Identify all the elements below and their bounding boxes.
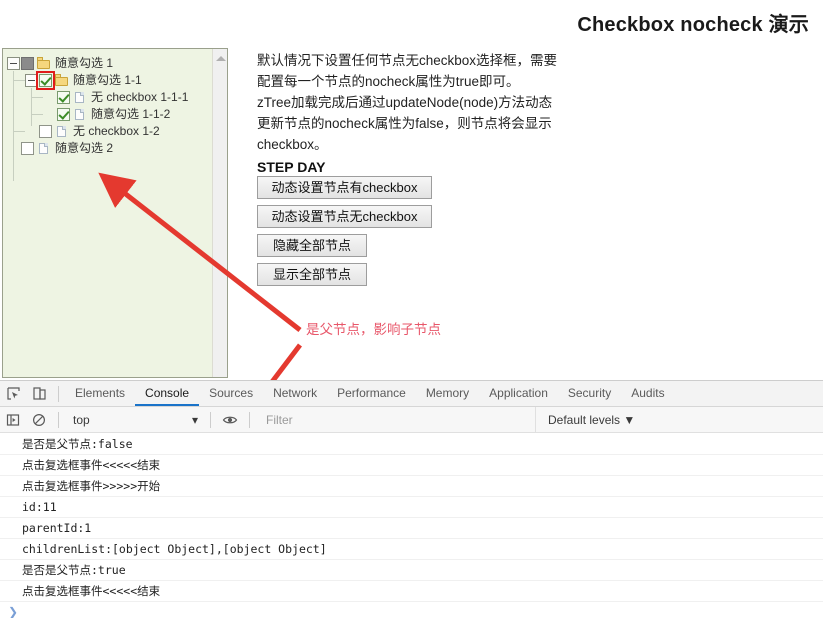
description-line: 更新节点的nocheck属性为false，则节点将会显示 [257, 116, 552, 131]
tree-children: 无 checkbox 1-1-1 随意勾选 1-1-2 [25, 89, 227, 123]
tab-security[interactable]: Security [558, 381, 621, 406]
tree-node[interactable]: 随意勾选 2 [7, 140, 227, 157]
toolbar-divider [210, 411, 211, 428]
execution-context-value: top [73, 412, 90, 427]
tree-node-row[interactable]: 随意勾选 2 [7, 140, 227, 157]
folder-icon [55, 74, 70, 87]
tree-node-label: 随意勾选 1-1 [73, 73, 142, 87]
tree-connector-line [31, 97, 43, 98]
tree-node[interactable]: 无 checkbox 1-1-1 [31, 89, 227, 106]
toolbar-divider [249, 411, 250, 428]
tab-network[interactable]: Network [263, 381, 327, 406]
clear-console-icon[interactable] [26, 407, 52, 432]
tree-node-row[interactable]: 随意勾选 1-1-2 [43, 106, 227, 123]
devtools-tabbar: Elements Console Sources Network Perform… [0, 381, 823, 407]
description-line: 默认情况下设置任何节点无checkbox选择框，需要 [257, 53, 558, 68]
tree-node-label: 无 checkbox 1-2 [73, 124, 160, 138]
execution-context-select[interactable]: top ▾ [65, 413, 204, 427]
toolbar-divider [58, 411, 59, 428]
eye-icon[interactable] [217, 407, 243, 432]
console-message: 点击复选框事件<<<<<结束 [0, 455, 823, 476]
browser-page-viewport: Checkbox nocheck 演示 随意勾选 1 随意勾选 1-1 无 ch… [0, 0, 823, 380]
tab-console[interactable]: Console [135, 381, 200, 406]
console-message: parentId:1 [0, 518, 823, 539]
chevron-down-icon: ▾ [191, 412, 198, 427]
devtools-panel: Elements Console Sources Network Perform… [0, 380, 823, 618]
step-day-heading: STEP DAY [257, 159, 326, 175]
console-filter-input[interactable]: Filter [256, 406, 536, 433]
tree-node-row[interactable]: 无 checkbox 1-2 [25, 123, 227, 140]
toggle-device-toolbar-icon[interactable] [26, 381, 52, 406]
tree-connector-line [13, 131, 25, 132]
console-message-list: 是否是父节点:false 点击复选框事件<<<<<结束 点击复选框事件>>>>>… [0, 434, 823, 618]
tab-application[interactable]: Application [479, 381, 558, 406]
tree-node[interactable]: 随意勾选 1 随意勾选 1-1 无 checkbox 1-1-1 随意勾选 1-… [7, 55, 227, 181]
file-icon [73, 91, 88, 104]
set-node-no-checkbox-button[interactable]: 动态设置节点无checkbox [257, 205, 432, 228]
tree-children: 随意勾选 1-1 无 checkbox 1-1-1 随意勾选 1-1-2 无 c… [7, 71, 227, 140]
console-message: id:11 [0, 497, 823, 518]
console-message: 点击复选框事件>>>>>开始 [0, 476, 823, 497]
console-prompt[interactable]: ❯ [0, 602, 823, 618]
tree-node-label: 随意勾选 1 [55, 56, 114, 70]
tree-expand-toggle[interactable] [25, 74, 38, 87]
set-node-has-checkbox-button[interactable]: 动态设置节点有checkbox [257, 176, 432, 199]
tree-checkbox-checked-highlighted[interactable] [36, 71, 55, 90]
demo-button-group: 动态设置节点有checkbox 动态设置节点无checkbox 隐藏全部节点 显… [257, 176, 432, 292]
tab-memory[interactable]: Memory [416, 381, 479, 406]
description-line: zTree加载完成后通过updateNode(node)方法动态 [257, 95, 553, 110]
console-sidebar-toggle-icon[interactable] [0, 407, 26, 432]
tree-expand-toggle[interactable] [7, 57, 20, 70]
tree-node-row[interactable]: 随意勾选 1 [7, 55, 227, 72]
file-icon [73, 108, 88, 121]
tree-node[interactable]: 无 checkbox 1-2 [13, 123, 227, 140]
tab-elements[interactable]: Elements [65, 381, 135, 406]
tab-performance[interactable]: Performance [327, 381, 416, 406]
tab-audits[interactable]: Audits [621, 381, 674, 406]
tree-checkbox-checked[interactable] [57, 108, 70, 121]
console-message: 是否是父节点:false [0, 434, 823, 455]
tree-connector-line [31, 114, 43, 115]
log-level-select[interactable]: Default levels ▼ [536, 413, 635, 427]
hide-all-nodes-button[interactable]: 隐藏全部节点 [257, 234, 367, 257]
tree-node-label: 随意勾选 1-1-2 [91, 107, 171, 121]
tree-checkbox-checked[interactable] [57, 91, 70, 104]
tree-node[interactable]: 随意勾选 1-1-2 [31, 106, 227, 123]
description-line: 配置每一个节点的nocheck属性为true即可。 [257, 74, 520, 89]
page-title: Checkbox nocheck 演示 [577, 14, 809, 36]
console-message: 是否是父节点:true [0, 560, 823, 581]
inspect-element-icon[interactable] [0, 381, 26, 406]
tree-checkbox-unchecked[interactable] [39, 125, 52, 138]
tree-node[interactable]: 随意勾选 1-1 无 checkbox 1-1-1 随意勾选 1-1-2 [13, 71, 227, 126]
console-message: 点击复选框事件<<<<<结束 [0, 581, 823, 602]
console-filter-bar: top ▾ Filter Default levels ▼ [0, 406, 823, 433]
tree-checkbox-partial[interactable] [21, 57, 34, 70]
file-icon [37, 142, 52, 155]
description-line: checkbox。 [257, 137, 328, 152]
tab-sources[interactable]: Sources [199, 381, 263, 406]
tree-checkbox-unchecked[interactable] [21, 142, 34, 155]
toolbar-divider [58, 385, 59, 402]
tree-node-row[interactable]: 随意勾选 1-1 [25, 71, 227, 90]
tree-connector-line [13, 80, 25, 81]
tree-node-label: 无 checkbox 1-1-1 [91, 90, 189, 104]
ztree-panel: 随意勾选 1 随意勾选 1-1 无 checkbox 1-1-1 随意勾选 1-… [2, 48, 228, 378]
description-text: 默认情况下设置任何节点无checkbox选择框，需要 配置每一个节点的noche… [257, 50, 587, 178]
tree-root: 随意勾选 1 随意勾选 1-1 无 checkbox 1-1-1 随意勾选 1-… [3, 49, 227, 181]
file-icon [55, 125, 70, 138]
tree-node-row[interactable]: 无 checkbox 1-1-1 [43, 89, 227, 106]
red-annotation-text: 是父节点，影响子节点 [306, 322, 441, 337]
show-all-nodes-button[interactable]: 显示全部节点 [257, 263, 367, 286]
tree-node-label: 随意勾选 2 [55, 141, 114, 155]
console-message: childrenList:[object Object],[object Obj… [0, 539, 823, 560]
folder-icon [37, 57, 52, 70]
